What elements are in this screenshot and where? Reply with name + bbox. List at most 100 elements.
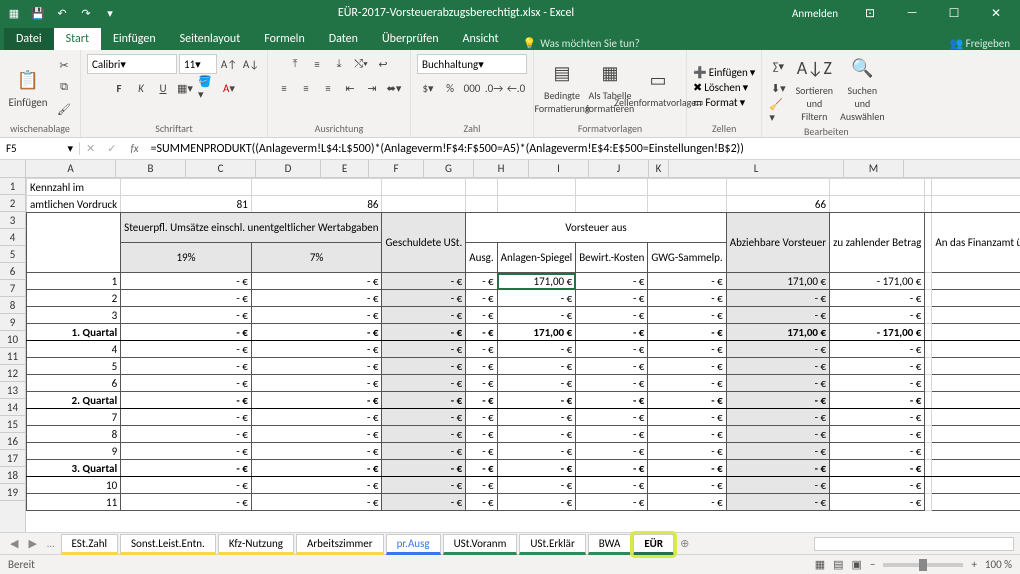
row-header-10[interactable]: 10 <box>0 331 25 348</box>
row-header-6[interactable]: 6 <box>0 263 25 280</box>
qat-dropdown-icon[interactable]: ▾ <box>100 3 120 23</box>
tab-view[interactable]: Ansicht <box>451 28 511 50</box>
col-header-I[interactable]: I <box>529 160 589 177</box>
cells-area[interactable]: Kennzahl imamtlichen Vordruck818666Steue… <box>26 178 1020 532</box>
row-header-1[interactable]: 1 <box>0 178 25 195</box>
undo-icon[interactable]: ↶ <box>52 3 72 23</box>
sheet-tab-er[interactable]: EÜR <box>633 534 674 555</box>
col-header-F[interactable]: F <box>369 160 424 177</box>
tab-data[interactable]: Daten <box>317 28 370 50</box>
sheet-tab-arbeitszimmer[interactable]: Arbeitszimmer <box>296 534 384 555</box>
insert-cells-button[interactable]: ➕Einfügen ▾ <box>693 66 755 79</box>
maximize-button[interactable]: ☐ <box>934 2 974 24</box>
zoom-slider[interactable] <box>883 563 963 567</box>
merge-icon[interactable]: ⬌▾ <box>384 78 404 98</box>
row-header-16[interactable]: 16 <box>0 433 25 450</box>
minimize-button[interactable]: — <box>892 2 932 24</box>
currency-icon[interactable]: $▾ <box>418 78 438 98</box>
tab-layout[interactable]: Seitenlayout <box>168 28 253 50</box>
col-header-J[interactable]: J <box>589 160 649 177</box>
view-layout-icon[interactable]: ▤ <box>833 558 843 571</box>
view-pagebreak-icon[interactable]: ▣ <box>852 558 862 571</box>
row-header-11[interactable]: 11 <box>0 348 25 365</box>
comma-icon[interactable]: 000 <box>462 78 482 98</box>
find-select-button[interactable]: 🔍Suchen und Auswählen <box>840 54 884 123</box>
tab-start[interactable]: Start <box>54 28 101 50</box>
zoom-out-icon[interactable]: − <box>870 558 875 571</box>
enter-formula-icon[interactable]: ✓ <box>101 142 122 155</box>
col-header-H[interactable]: H <box>474 160 529 177</box>
font-color-icon[interactable]: A▾ <box>219 78 239 98</box>
align-left-icon[interactable]: ≡ <box>274 78 294 98</box>
sheet-tab-prausg[interactable]: pr.Ausg <box>386 534 441 555</box>
column-headers[interactable]: ABCDEFGHIJKLM <box>26 160 1020 178</box>
percent-icon[interactable]: % <box>440 78 460 98</box>
indent-dec-icon[interactable]: ⇤ <box>340 78 360 98</box>
fill-color-icon[interactable]: 🪣▾ <box>197 78 217 98</box>
copy-icon[interactable]: ⧉ <box>54 77 74 97</box>
new-sheet-icon[interactable]: ⊕ <box>676 537 693 550</box>
row-header-5[interactable]: 5 <box>0 246 25 263</box>
paste-button[interactable]: 📋 Einfügen <box>6 66 50 109</box>
number-format-selector[interactable]: Buchhaltung ▾ <box>417 54 527 74</box>
delete-cells-button[interactable]: ✖Löschen ▾ <box>693 81 755 94</box>
row-header-2[interactable]: 2 <box>0 195 25 212</box>
sheet-tab-bwa[interactable]: BWA <box>588 534 632 555</box>
tab-insert[interactable]: Einfügen <box>101 28 168 50</box>
bold-icon[interactable]: F <box>109 78 129 98</box>
row-headers[interactable]: 12345678910111213141516171819 <box>0 178 26 532</box>
col-header-A[interactable]: A <box>26 160 116 177</box>
tab-file[interactable]: Datei <box>4 28 54 50</box>
align-center-icon[interactable]: ≡ <box>296 78 316 98</box>
tab-nav-more-icon[interactable]: … <box>43 537 59 550</box>
col-header-E[interactable]: E <box>321 160 369 177</box>
redo-icon[interactable]: ↷ <box>76 3 96 23</box>
horizontal-scrollbar[interactable] <box>814 537 1014 551</box>
clear-icon[interactable]: 🧹▾ <box>768 101 788 121</box>
decrease-font-icon[interactable]: A↓ <box>241 54 261 74</box>
align-bottom-icon[interactable]: ⤓ <box>329 54 349 74</box>
col-header-L[interactable]: L <box>669 160 844 177</box>
tab-formulas[interactable]: Formeln <box>252 28 316 50</box>
name-box[interactable]: F5▾ <box>0 142 80 155</box>
italic-icon[interactable]: K <box>131 78 151 98</box>
align-middle-icon[interactable]: ≡ <box>307 54 327 74</box>
conditional-formatting-button[interactable]: ▤Bedingte Formatierung <box>540 59 584 115</box>
col-header-D[interactable]: D <box>256 160 321 177</box>
sort-filter-button[interactable]: A↓ZSortieren und Filtern <box>792 54 836 123</box>
decrease-decimal-icon[interactable]: ←.0 <box>506 78 526 98</box>
fill-icon[interactable]: ⬇▾ <box>768 79 788 99</box>
namebox-dropdown-icon[interactable]: ▾ <box>67 142 73 155</box>
increase-font-icon[interactable]: A↑ <box>219 54 239 74</box>
align-top-icon[interactable]: ⤒ <box>285 54 305 74</box>
font-name-selector[interactable]: Calibri ▾ <box>87 54 177 74</box>
view-normal-icon[interactable]: ▦ <box>815 558 825 571</box>
close-button[interactable]: ✕ <box>976 2 1016 24</box>
row-header-8[interactable]: 8 <box>0 297 25 314</box>
row-header-15[interactable]: 15 <box>0 416 25 433</box>
sheet-tab-estzahl[interactable]: ESt.Zahl <box>61 534 118 555</box>
border-icon[interactable]: ▦▾ <box>175 78 195 98</box>
row-header-3[interactable]: 3 <box>0 212 25 229</box>
row-header-9[interactable]: 9 <box>0 314 25 331</box>
row-header-12[interactable]: 12 <box>0 365 25 382</box>
zoom-in-icon[interactable]: + <box>971 558 976 571</box>
tell-me[interactable]: 💡 Was möchten Sie tun? <box>523 37 640 50</box>
orientation-icon[interactable]: ⤭▾ <box>351 54 371 74</box>
sheet-tab-ustvoranm[interactable]: USt.Voranm <box>443 534 518 555</box>
indent-inc-icon[interactable]: ⇥ <box>362 78 382 98</box>
col-header-B[interactable]: B <box>116 160 186 177</box>
sheet-tab-sonstleistentn[interactable]: Sonst.Leist.Entn. <box>120 534 216 555</box>
row-header-7[interactable]: 7 <box>0 280 25 297</box>
sheet-tab-usterklr[interactable]: USt.Erklär <box>519 534 585 555</box>
underline-icon[interactable]: U <box>153 78 173 98</box>
font-size-selector[interactable]: 11 ▾ <box>179 54 217 74</box>
align-right-icon[interactable]: ≡ <box>318 78 338 98</box>
cancel-formula-icon[interactable]: ✕ <box>80 142 101 155</box>
select-all-corner[interactable] <box>0 160 26 178</box>
save-icon[interactable]: 💾 <box>28 3 48 23</box>
share-button[interactable]: 👥 Freigeben <box>949 37 1010 50</box>
tab-nav-next-icon[interactable]: ▶ <box>24 537 40 550</box>
col-header-C[interactable]: C <box>186 160 256 177</box>
row-header-13[interactable]: 13 <box>0 382 25 399</box>
